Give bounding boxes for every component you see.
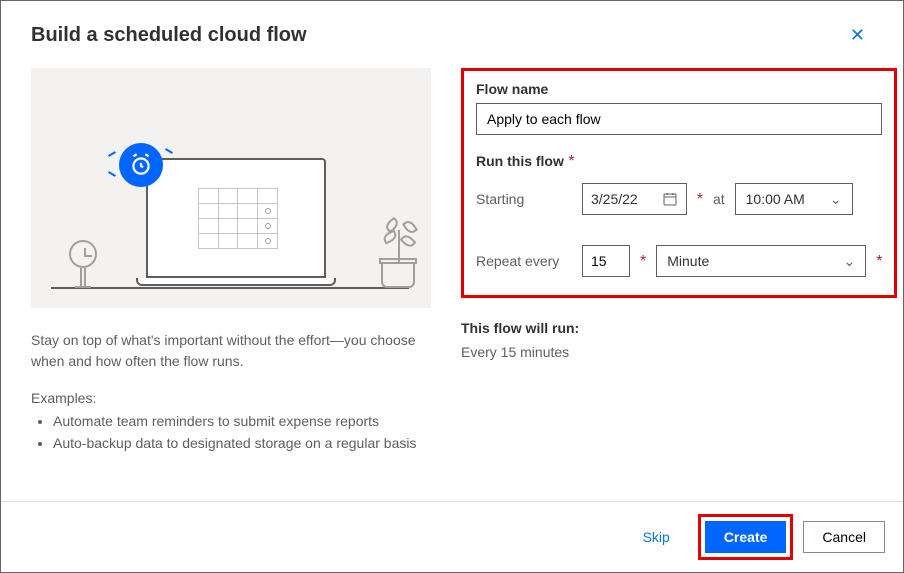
clock-icon [69,240,97,288]
config-highlight-box: Flow name Run this flow * Starting 3/25/… [461,68,897,298]
examples-list: Automate team reminders to submit expens… [31,410,431,455]
at-label: at [713,191,725,207]
close-icon: ✕ [850,25,865,45]
create-button[interactable]: Create [705,521,787,553]
plant-icon [373,218,423,288]
starting-label: Starting [476,191,572,207]
example-item: Auto-backup data to designated storage o… [53,432,431,454]
repeat-interval-input[interactable] [582,245,630,277]
dialog-title: Build a scheduled cloud flow [31,24,307,47]
run-flow-label: Run this flow [476,153,564,169]
skip-button[interactable]: Skip [625,521,688,553]
flow-name-input[interactable] [476,103,882,135]
repeat-unit-value: Minute [667,253,709,269]
cancel-button[interactable]: Cancel [803,521,885,553]
flow-name-label: Flow name [476,81,882,97]
alarm-clock-icon [119,143,163,187]
dialog-footer: Skip Create Cancel [1,501,903,572]
calendar-icon [662,191,678,207]
chevron-down-icon: ⌄ [830,191,842,208]
summary-title: This flow will run: [461,320,897,336]
start-time-value: 10:00 AM [746,191,805,207]
scheduled-flow-dialog: Build a scheduled cloud flow ✕ [1,1,903,572]
summary-text: Every 15 minutes [461,344,897,360]
examples-label: Examples: [31,390,431,406]
repeat-label: Repeat every [476,253,572,269]
description-text: Stay on top of what's important without … [31,330,431,372]
dialog-content: Stay on top of what's important without … [1,58,903,501]
illustration [31,68,431,308]
create-highlight-box: Create [698,514,794,560]
laptop-icon [136,158,336,288]
start-date-value: 3/25/22 [591,191,638,207]
close-button[interactable]: ✕ [842,21,873,50]
dialog-header: Build a scheduled cloud flow ✕ [1,1,903,58]
start-date-picker[interactable]: 3/25/22 [582,183,687,215]
chevron-down-icon: ⌄ [844,253,856,270]
start-time-select[interactable]: 10:00 AM ⌄ [735,183,853,215]
example-item: Automate team reminders to submit expens… [53,410,431,432]
repeat-unit-select[interactable]: Minute ⌄ [656,245,866,277]
